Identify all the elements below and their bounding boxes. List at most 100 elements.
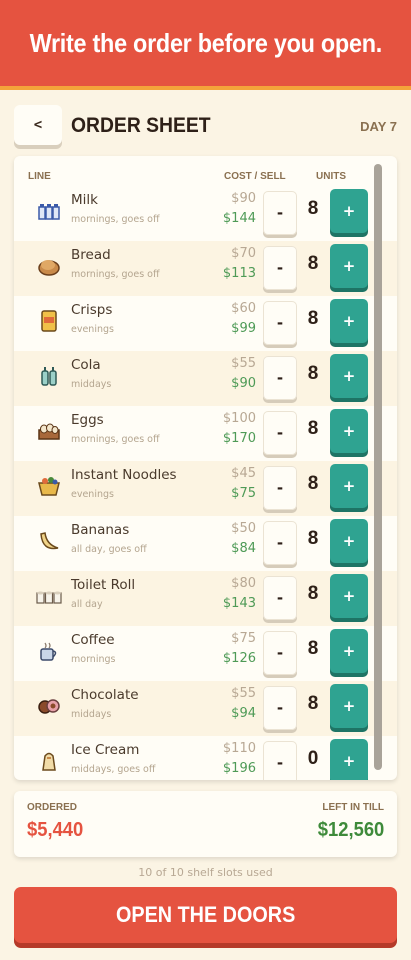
increase-units-button[interactable]: +: [330, 684, 368, 728]
back-button[interactable]: <: [14, 105, 62, 145]
column-header-cost-sell: COST / SELL: [224, 171, 286, 182]
eggs-icon: [36, 418, 62, 444]
list-item: Toilet Roll all day $80 $143-8 +: [14, 571, 397, 626]
increase-units-button[interactable]: +: [330, 354, 368, 398]
decrease-units-button[interactable]: -: [263, 521, 297, 565]
list-item: Coffee mornings $75 $126-8 +: [14, 626, 397, 681]
item-note: evenings: [71, 489, 114, 500]
decrease-units-button[interactable]: -: [263, 631, 297, 675]
list-item: Crisps evenings $60 $99-8 +: [14, 296, 397, 351]
item-name: Eggs: [71, 412, 104, 428]
ice-cream-icon: [36, 748, 62, 774]
shelf-slots-status: 10 of 10 shelf slots used: [138, 866, 273, 879]
page-title: ORDER SHEET: [71, 114, 211, 137]
item-cost: $90: [231, 191, 256, 206]
item-sell-price: $90: [231, 376, 256, 391]
units-count: 8: [307, 253, 319, 274]
item-name: Cola: [71, 357, 101, 373]
list-item: Bananas all day, goes off $50 $84-8 +: [14, 516, 397, 571]
column-header-line: LINE: [28, 171, 51, 182]
units-count: 8: [307, 308, 319, 329]
list-item: Milk mornings, goes off $90 $144-8 +: [14, 186, 397, 241]
cola-icon: [36, 363, 62, 389]
increase-units-button[interactable]: +: [330, 299, 368, 343]
increase-units-button[interactable]: +: [330, 244, 368, 288]
decrease-units-button[interactable]: -: [263, 576, 297, 620]
till-value: $12,560: [317, 819, 384, 841]
open-doors-label: OPEN THE DOORS: [115, 902, 296, 927]
item-sell-price: $94: [231, 706, 256, 721]
decrease-units-button[interactable]: -: [263, 466, 297, 510]
item-sell-price: $75: [231, 486, 256, 501]
units-count: 8: [307, 473, 319, 494]
item-name: Crisps: [71, 302, 113, 318]
list-item: Instant Noodles evenings $45 $75-8 +: [14, 461, 397, 516]
item-note: middays: [71, 709, 112, 720]
decrease-units-button[interactable]: -: [263, 191, 297, 235]
list-item: Cola middays $55 $90-8 +: [14, 351, 397, 406]
decrease-units-button[interactable]: -: [263, 411, 297, 455]
item-name: Chocolate: [71, 687, 139, 703]
item-cost: $55: [231, 686, 256, 701]
crisps-icon: [36, 308, 62, 334]
item-note: middays, goes off: [71, 764, 156, 775]
item-cost: $80: [231, 576, 256, 591]
order-summary: ORDERED LEFT IN TILL $5,440 $12,560: [14, 791, 397, 857]
item-note: all day, goes off: [71, 544, 147, 555]
item-cost: $100: [222, 411, 256, 426]
banner-text: Write the order before you open.: [29, 27, 382, 58]
item-note: mornings, goes off: [71, 269, 160, 280]
units-count: 0: [307, 748, 319, 769]
increase-units-button[interactable]: +: [330, 629, 368, 673]
increase-units-button[interactable]: +: [330, 409, 368, 453]
order-sheet: LINE COST / SELL UNITS Milk mornings, goe…: [14, 156, 397, 780]
scrollbar[interactable]: [374, 164, 382, 770]
decrease-units-button[interactable]: -: [263, 356, 297, 400]
item-note: mornings, goes off: [71, 434, 160, 445]
ordered-value: $5,440: [27, 819, 84, 841]
open-doors-button[interactable]: OPEN THE DOORS: [14, 887, 397, 943]
column-header-units: UNITS: [316, 171, 346, 182]
bread-icon: [36, 253, 62, 279]
item-note: mornings, goes off: [71, 214, 160, 225]
units-count: 8: [307, 198, 319, 219]
item-sell-price: $84: [231, 541, 256, 556]
increase-units-button[interactable]: +: [330, 519, 368, 563]
increase-units-button[interactable]: +: [330, 464, 368, 508]
increase-units-button[interactable]: +: [330, 574, 368, 618]
decrease-units-button[interactable]: -: [263, 246, 297, 290]
item-sell-price: $113: [222, 266, 256, 281]
item-name: Ice Cream: [71, 742, 140, 758]
toilet-roll-icon: [36, 583, 62, 609]
decrease-units-button[interactable]: -: [263, 301, 297, 345]
item-name: Bread: [71, 247, 111, 263]
item-sell-price: $99: [231, 321, 256, 336]
decrease-units-button[interactable]: -: [263, 741, 297, 780]
item-cost: $55: [231, 356, 256, 371]
units-count: 8: [307, 693, 319, 714]
increase-units-button[interactable]: +: [330, 739, 368, 780]
increase-units-button[interactable]: +: [330, 189, 368, 233]
item-cost: $70: [231, 246, 256, 261]
item-sell-price: $144: [222, 211, 256, 226]
item-name: Milk: [71, 192, 98, 208]
item-cost: $75: [231, 631, 256, 646]
item-sell-price: $196: [222, 761, 256, 776]
chocolate-icon: [36, 693, 62, 719]
item-name: Toilet Roll: [71, 577, 136, 593]
item-name: Instant Noodles: [71, 467, 177, 483]
milk-icon: [36, 198, 62, 224]
item-list: Milk mornings, goes off $90 $144-8 + Bread mor…: [14, 186, 397, 780]
units-count: 8: [307, 638, 319, 659]
decrease-units-button[interactable]: -: [263, 686, 297, 730]
item-name: Coffee: [71, 632, 115, 648]
list-item: Bread mornings, goes off $70 $113-8 +: [14, 241, 397, 296]
list-item: Ice Cream middays, goes off $110 $196-0 +: [14, 736, 397, 780]
units-count: 8: [307, 363, 319, 384]
top-banner: Write the order before you open.: [0, 0, 411, 90]
till-label: LEFT IN TILL: [322, 802, 384, 813]
ordered-label: ORDERED: [27, 802, 78, 813]
item-cost: $50: [231, 521, 256, 536]
bananas-icon: [36, 528, 62, 554]
units-count: 8: [307, 418, 319, 439]
